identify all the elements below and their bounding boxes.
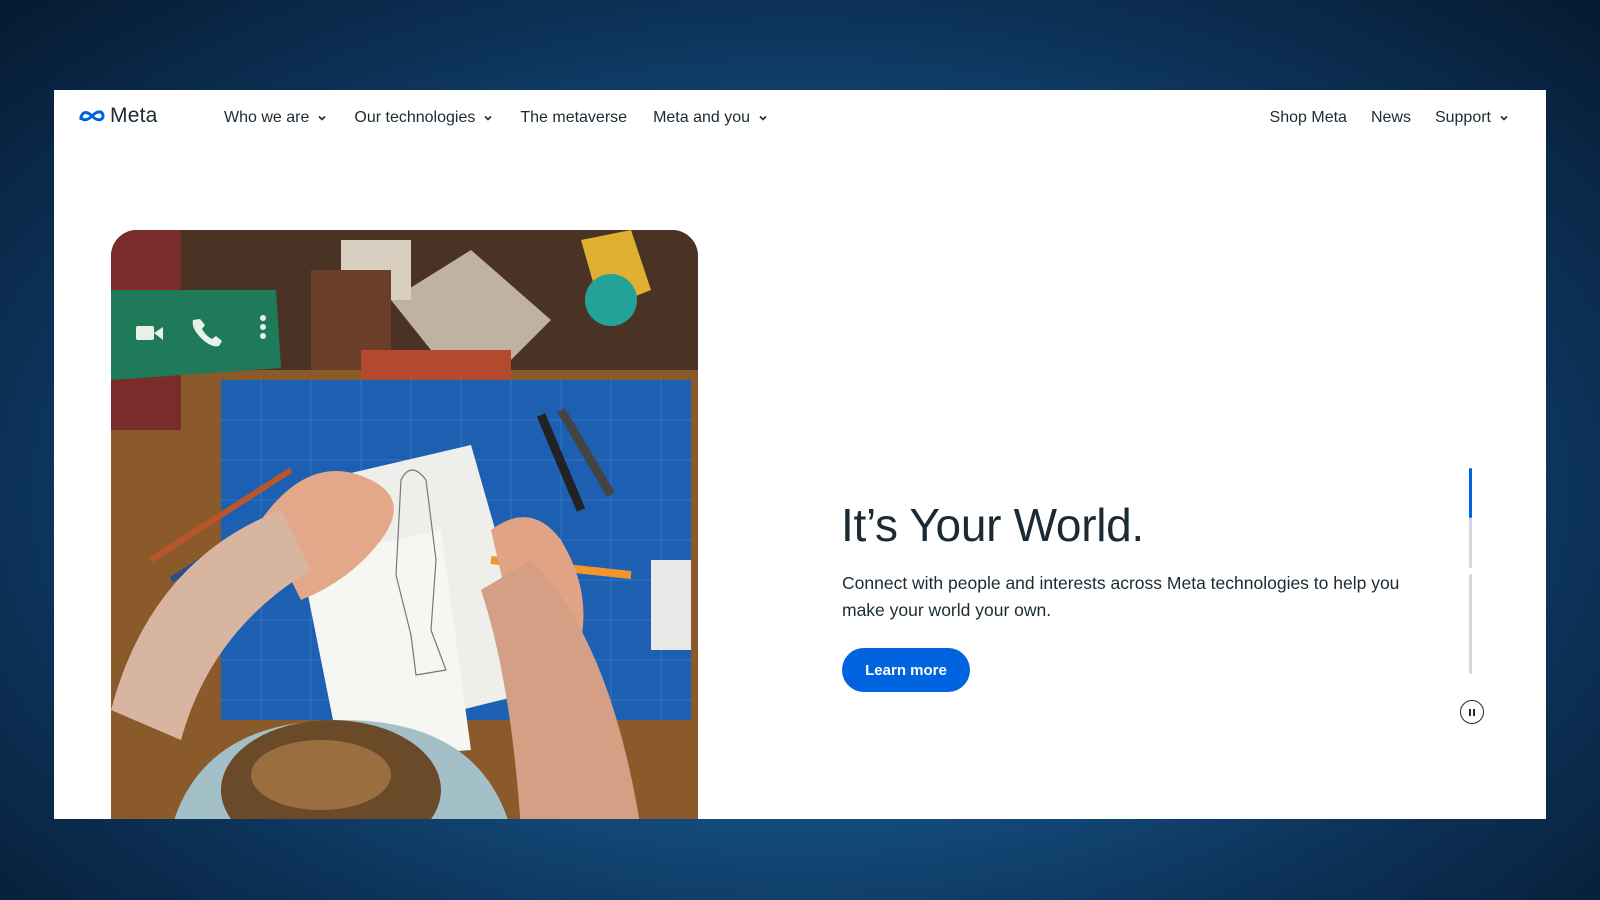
nav-who-we-are[interactable]: Who we are [224, 109, 328, 127]
carousel-progress [1469, 468, 1473, 680]
hero-illustration [111, 230, 698, 819]
chevron-down-icon [1500, 115, 1508, 121]
nav-support[interactable]: Support [1435, 109, 1510, 127]
chevron-down-icon [318, 115, 326, 121]
nav-shop-meta[interactable]: Shop Meta [1270, 109, 1347, 127]
hero-video[interactable] [111, 230, 698, 819]
hero-subtext: Connect with people and interests across… [842, 573, 1400, 620]
nav-meta-and-you[interactable]: Meta and you [653, 109, 769, 127]
nav-the-metaverse[interactable]: The metaverse [520, 109, 627, 127]
nav-label: Support [1434, 109, 1491, 126]
nav-news[interactable]: News [1371, 109, 1411, 127]
chevron-down-icon [759, 115, 767, 121]
secondary-nav: Shop Meta News Support [1246, 90, 1510, 146]
pause-button[interactable] [1460, 700, 1484, 724]
nav-label: Who we are [224, 109, 310, 126]
pause-icon [1468, 708, 1476, 716]
meta-infinity-icon [79, 110, 105, 122]
carousel-segment-2[interactable] [1469, 574, 1472, 674]
hero-headline: It’s Your World. [841, 499, 1144, 551]
learn-more-button[interactable]: Learn more [842, 648, 970, 692]
nav-label: News [1370, 109, 1411, 126]
nav-label: Meta and you [653, 109, 751, 126]
nav-label: The metaverse [520, 109, 628, 126]
more-vertical-icon [260, 315, 266, 339]
nav-label: Shop Meta [1269, 109, 1347, 126]
nav-our-technologies[interactable]: Our technologies [354, 109, 494, 127]
browser-viewport: Meta Who we are Our technologies The met… [54, 90, 1546, 819]
nav-label: Our technologies [354, 109, 476, 126]
chevron-down-icon [484, 115, 492, 121]
carousel-segment-progress [1469, 468, 1472, 518]
primary-nav: Who we are Our technologies The metavers… [224, 90, 795, 146]
brand-name: Meta [110, 104, 158, 127]
meta-logo[interactable]: Meta [78, 104, 158, 128]
carousel-segment-1[interactable] [1469, 468, 1472, 568]
top-navigation: Meta Who we are Our technologies The met… [54, 90, 1546, 146]
